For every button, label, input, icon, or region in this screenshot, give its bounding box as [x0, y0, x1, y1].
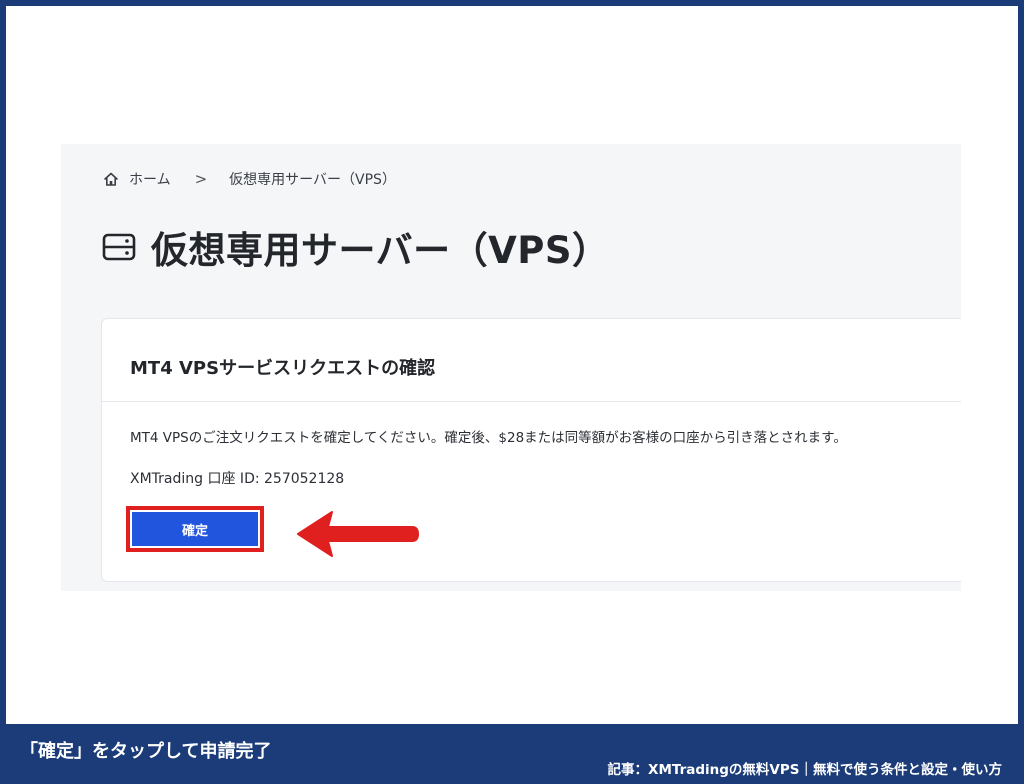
server-icon	[101, 232, 137, 262]
caption-main: 「確定」をタップして申請完了	[20, 741, 272, 762]
breadcrumb-home[interactable]: ホーム	[129, 169, 171, 189]
breadcrumb-separator: >	[194, 170, 208, 188]
account-id-line: XMTrading 口座 ID: 257052128	[130, 471, 345, 487]
page-title-text: 仮想専用サーバー（VPS）	[151, 229, 610, 272]
confirmation-card: MT4 VPSサービスリクエストの確認 MT4 VPSのご注文リクエストを確定し…	[101, 318, 961, 582]
card-title: MT4 VPSサービスリクエストの確認	[130, 358, 436, 379]
red-arrow-icon	[297, 511, 419, 557]
screenshot-frame: ホーム > 仮想専用サーバー（VPS） 仮想専用サーバー（VPS） MT4 VP…	[6, 6, 1018, 724]
confirm-highlight-box: 確定	[126, 506, 264, 552]
vps-page: ホーム > 仮想専用サーバー（VPS） 仮想専用サーバー（VPS） MT4 VP…	[61, 144, 961, 591]
breadcrumb-current: 仮想専用サーバー（VPS）	[229, 172, 396, 188]
confirm-button[interactable]: 確定	[132, 512, 258, 546]
caption-article: 記事：XMTradingの無料VPS｜無料で使う条件と設定・使い方	[607, 762, 1002, 778]
home-icon[interactable]	[103, 171, 119, 187]
breadcrumb: ホーム > 仮想専用サーバー（VPS）	[103, 169, 396, 189]
card-message: MT4 VPSのご注文リクエストを確定してください。確定後、$28または同等額が…	[130, 430, 847, 446]
card-divider	[102, 401, 961, 402]
caption-bar: 「確定」をタップして申請完了 記事：XMTradingの無料VPS｜無料で使う条…	[0, 724, 1024, 784]
page-title: 仮想専用サーバー（VPS）	[101, 220, 610, 274]
